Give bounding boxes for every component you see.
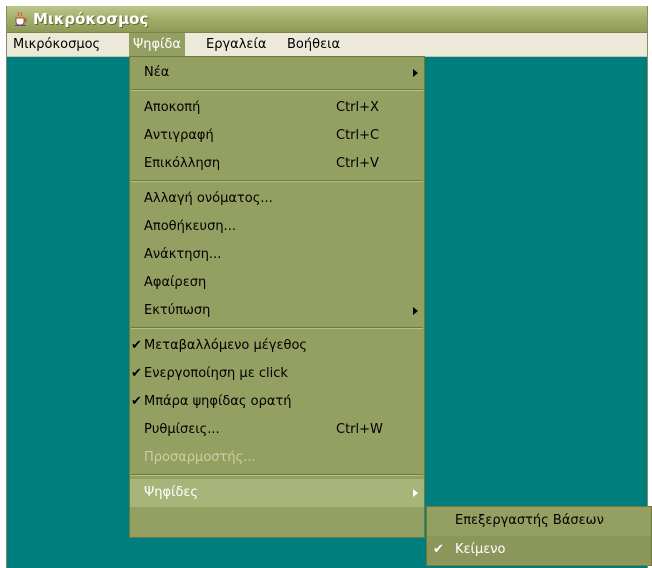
window-title: Μικρόκοσμος	[33, 10, 149, 28]
menu-separator	[131, 474, 423, 476]
checkmark-icon: ✔	[131, 366, 142, 381]
menu-voitheia[interactable]: Βοήθεια	[283, 33, 344, 56]
menu-item-label: Αποθήκευση...	[144, 219, 236, 234]
menu-bar: Μικρόκοσμος Ψηφίδα Εργαλεία Βοήθεια	[7, 33, 647, 57]
menu-item-ektyposi[interactable]: Εκτύπωση	[130, 297, 424, 325]
menu-item-prosarmostis: Προσαρμοστής...	[130, 444, 424, 472]
menu-item-shortcut: Ctrl+C	[336, 128, 380, 143]
menu-item-label: Αφαίρεση	[144, 275, 207, 290]
menu-item-label: Ρυθμίσεις...	[144, 422, 220, 437]
psifida-dropdown-menu: Νέα Αποκοπή Ctrl+X Αντιγραφή Ctrl+C Επικ…	[129, 56, 425, 538]
menu-item-apothikeusi[interactable]: Αποθήκευση...	[130, 213, 424, 241]
psifides-submenu: Επεξεργαστής Βάσεων ✔ Κείμενο	[426, 506, 652, 566]
menu-item-energopoiisi-click[interactable]: ✔ Ενεργοποίηση με click	[130, 360, 424, 388]
menu-item-anaktisi[interactable]: Ανάκτηση...	[130, 241, 424, 269]
menu-separator	[131, 327, 423, 329]
menu-item-shortcut: Ctrl+W	[336, 422, 383, 437]
checkmark-icon: ✔	[131, 394, 142, 409]
menu-item-label: Επεξεργαστής Βάσεων	[455, 513, 604, 528]
menu-item-apokopi[interactable]: Αποκοπή Ctrl+X	[130, 94, 424, 122]
menu-item-epikollisi[interactable]: Επικόλληση Ctrl+V	[130, 150, 424, 178]
menu-item-label: Νέα	[144, 65, 170, 80]
submenu-arrow-icon	[413, 69, 418, 77]
menu-item-label: Εκτύπωση	[144, 303, 211, 318]
submenu-item-epexergastis-vaseon[interactable]: Επεξεργαστής Βάσεων	[427, 507, 651, 535]
menu-separator	[131, 180, 423, 182]
menu-item-label: Αποκοπή	[144, 100, 201, 115]
checkmark-icon: ✔	[433, 542, 444, 557]
app-window: Μικρόκοσμος Μικρόκοσμος Ψηφίδα Εργαλεία …	[6, 6, 652, 568]
menu-item-label: Ενεργοποίηση με click	[144, 366, 288, 381]
menu-item-label: Ανάκτηση...	[144, 247, 222, 262]
submenu-arrow-icon	[413, 489, 418, 497]
menu-item-metavallomeno-megethos[interactable]: ✔ Μεταβαλλόμενο μέγεθος	[130, 332, 424, 360]
menu-item-shortcut: Ctrl+X	[336, 100, 379, 115]
menu-item-psifides[interactable]: Ψηφίδες	[130, 479, 424, 507]
submenu-item-keimeno[interactable]: ✔ Κείμενο	[427, 536, 651, 564]
menu-item-label: Αλλαγή ονόματος...	[144, 191, 273, 206]
menu-item-allagi-onomatos[interactable]: Αλλαγή ονόματος...	[130, 185, 424, 213]
menu-item-label: Ψηφίδες	[144, 485, 199, 500]
menu-mikrokosmos[interactable]: Μικρόκοσμος	[9, 33, 104, 56]
menu-item-shortcut: Ctrl+V	[336, 156, 379, 171]
submenu-arrow-icon	[413, 307, 418, 315]
menu-item-label: Επικόλληση	[144, 156, 221, 171]
menu-item-label: Αντιγραφή	[144, 128, 214, 143]
menu-item-afairesi[interactable]: Αφαίρεση	[130, 269, 424, 297]
title-bar[interactable]: Μικρόκοσμος	[7, 6, 647, 33]
menu-item-rythmiseis[interactable]: Ρυθμίσεις... Ctrl+W	[130, 416, 424, 444]
java-cup-icon	[15, 11, 27, 26]
menu-psifida[interactable]: Ψηφίδα	[129, 33, 185, 56]
menu-item-label: Προσαρμοστής...	[144, 450, 256, 465]
menu-item-label: Μπάρα ψηφίδας ορατή	[144, 394, 292, 409]
menu-ergaleia[interactable]: Εργαλεία	[202, 33, 270, 56]
checkmark-icon: ✔	[131, 338, 142, 353]
menu-item-nea[interactable]: Νέα	[130, 59, 424, 87]
menu-separator	[131, 89, 423, 91]
menu-item-mpara-psifidas[interactable]: ✔ Μπάρα ψηφίδας ορατή	[130, 388, 424, 416]
menu-item-label: Μεταβαλλόμενο μέγεθος	[144, 338, 308, 353]
menu-item-label: Κείμενο	[455, 542, 506, 557]
menu-item-antigrafi[interactable]: Αντιγραφή Ctrl+C	[130, 122, 424, 150]
